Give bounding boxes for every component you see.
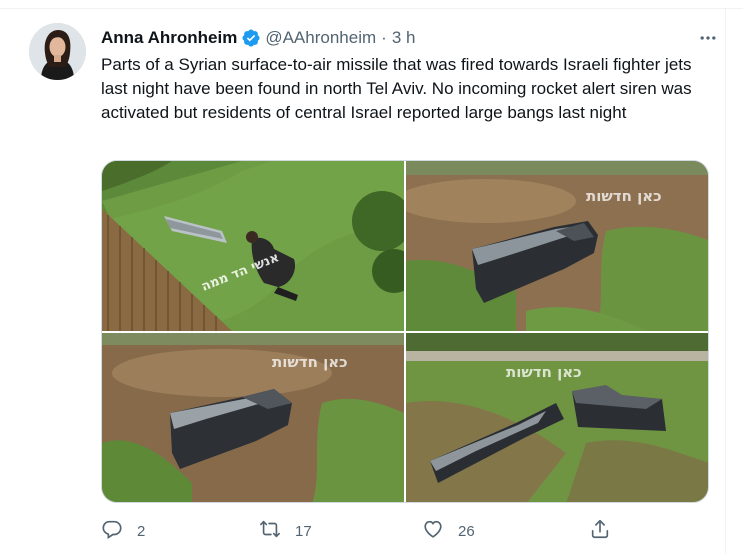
verified-badge-icon: [241, 28, 261, 48]
author-handle[interactable]: @AAhronheim: [265, 28, 376, 48]
like-button[interactable]: 26: [422, 517, 475, 545]
tweet-text: Parts of a Syrian surface-to-air missile…: [101, 55, 692, 122]
like-count: 26: [458, 522, 475, 540]
media-photo-3[interactable]: כאן חדשות: [102, 333, 404, 502]
share-button[interactable]: [589, 517, 611, 545]
more-horizontal-icon[interactable]: [696, 26, 720, 50]
separator-dot: ·: [381, 28, 387, 47]
watermark-text: כאן חדשות: [586, 187, 662, 205]
reply-button[interactable]: 2: [101, 517, 145, 545]
retweet-icon: [259, 518, 281, 544]
reply-icon: [101, 518, 123, 544]
reply-count: 2: [137, 522, 146, 540]
tweet-header: Anna Ahronheim @AAhronheim · 3 h: [101, 26, 415, 50]
media-photo-1[interactable]: אנשי הד ממה: [102, 161, 404, 331]
media-grid: אנשי הד ממה כאן חדשות כאן חדשות כאן חדשו…: [101, 160, 709, 503]
share-icon: [589, 518, 611, 544]
retweet-button[interactable]: 17: [259, 517, 312, 545]
avatar[interactable]: [29, 23, 86, 80]
media-photo-4[interactable]: כאן חדשות: [406, 333, 708, 502]
tweet-timestamp[interactable]: 3 h: [392, 28, 416, 48]
media-photo-2[interactable]: כאן חדשות: [406, 161, 708, 331]
watermark-text: כאן חדשות: [506, 363, 582, 381]
tweet[interactable]: Anna Ahronheim @AAhronheim · 3 h Parts o…: [0, 0, 726, 554]
retweet-count: 17: [295, 522, 312, 540]
tweet-actions: 2 17 26: [101, 517, 713, 545]
heart-icon: [422, 518, 444, 544]
author-name[interactable]: Anna Ahronheim: [101, 28, 237, 48]
watermark-text: כאן חדשות: [272, 353, 348, 371]
